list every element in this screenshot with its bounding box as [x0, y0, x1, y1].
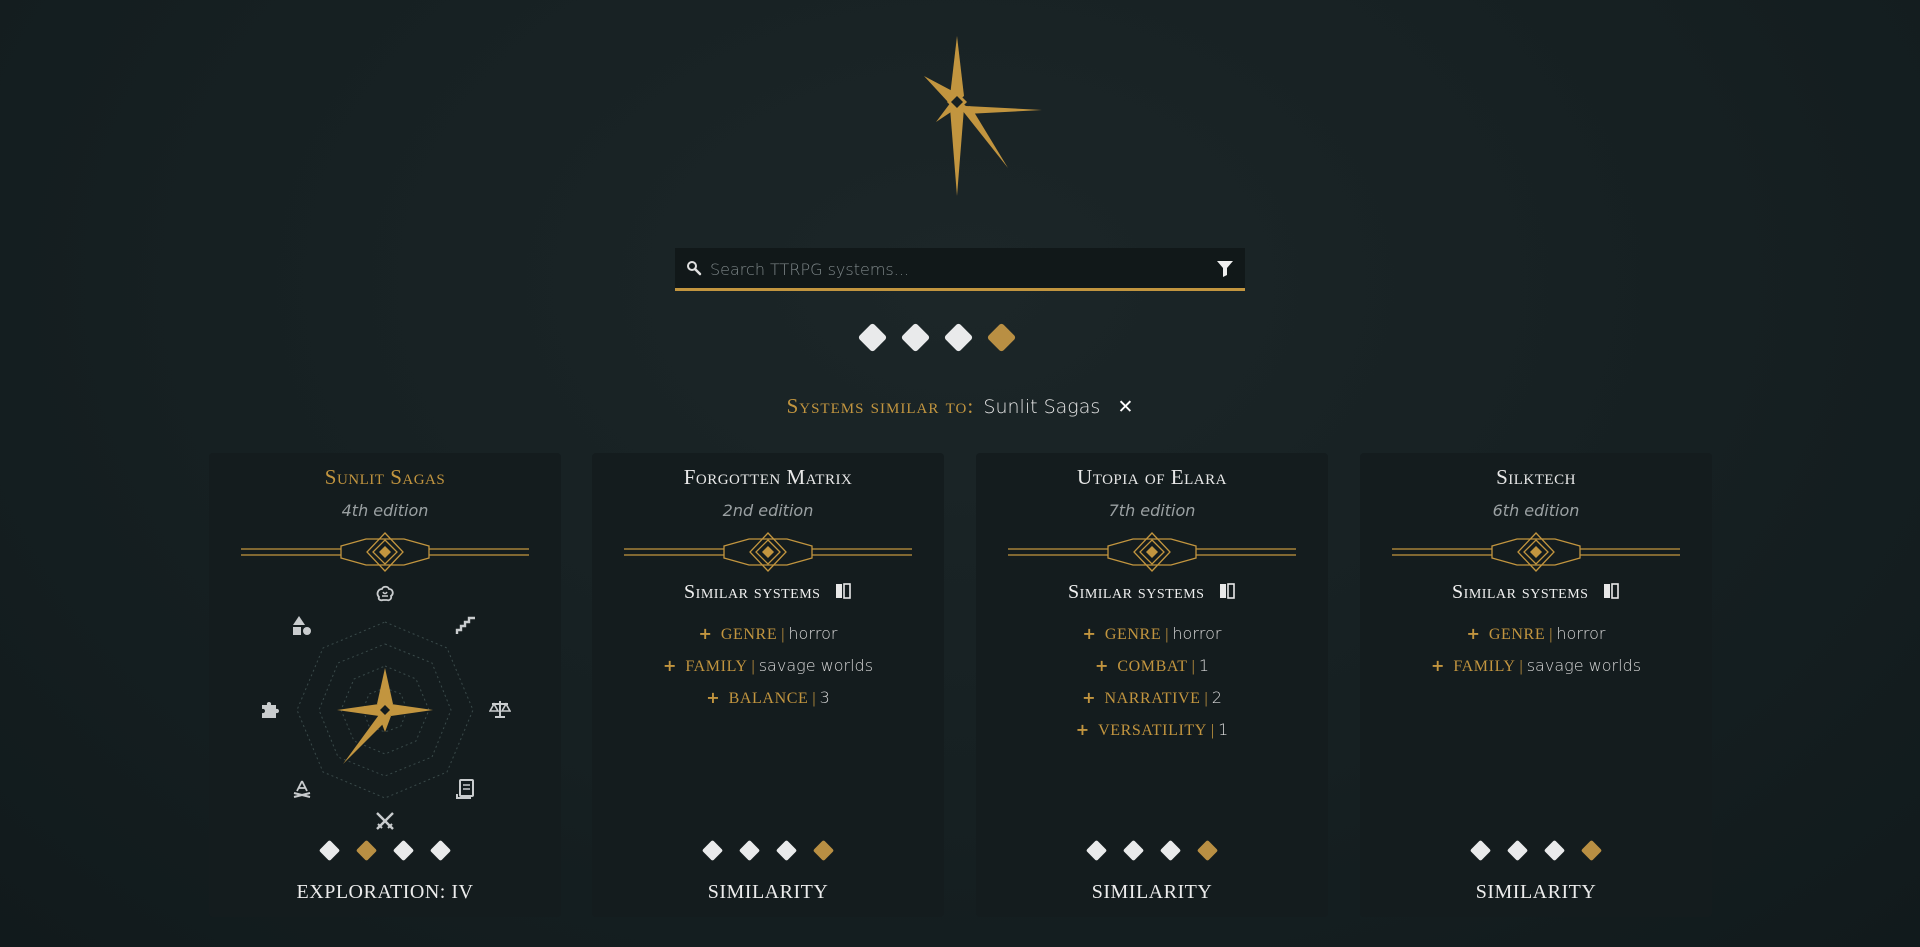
- similarity-criteria-list: + GENRE | horror + COMBAT | 1 + NARRATIVE | 2 + VE…: [976, 618, 1328, 746]
- similar-systems-heading: Similar systems: [976, 581, 1328, 604]
- system-card-silktech[interactable]: Silktech 6th edition Similar systems + GE…: [1360, 453, 1712, 917]
- card-footer: EXPLORATION: IV: [296, 881, 474, 903]
- card-mode-diamond-2[interactable]: [738, 839, 761, 862]
- card-mode-selector: [1360, 839, 1712, 862]
- card-mode-diamond-4[interactable]: [429, 839, 452, 862]
- similar-systems-label: Similar systems: [1452, 581, 1589, 603]
- card-title: Silktech: [1496, 465, 1576, 489]
- card-title: Utopia of Elara: [1077, 465, 1227, 489]
- card-mode-diamond-4[interactable]: [1196, 839, 1219, 862]
- similarity-criteria-list: + GENRE | horror + FAMILY | savage worlds: [1360, 618, 1712, 682]
- system-card-sunlit-sagas[interactable]: Sunlit Sagas 4th edition EXPLORATION: IV: [209, 453, 561, 917]
- crossed-swords-icon[interactable]: [374, 810, 396, 832]
- shapes-icon[interactable]: [291, 614, 313, 636]
- card-title: Sunlit Sagas: [324, 465, 446, 489]
- similar-systems-heading: Similar systems: [1360, 581, 1712, 604]
- art-deco-divider: [1008, 532, 1296, 572]
- card-footer: SIMILARITY: [1091, 881, 1213, 903]
- book-compare-icon[interactable]: [1602, 582, 1620, 600]
- book-compare-icon[interactable]: [1218, 582, 1236, 600]
- book-compare-icon[interactable]: [834, 582, 852, 600]
- card-title: Forgotten Matrix: [683, 465, 853, 489]
- card-mode-diamond-3[interactable]: [1543, 839, 1566, 862]
- criteria-item: + BALANCE | 3: [706, 688, 830, 707]
- card-mode-diamond-4[interactable]: [812, 839, 835, 862]
- art-deco-divider: [241, 532, 529, 572]
- mode-diamond-1[interactable]: [857, 322, 888, 353]
- card-mode-selector: [976, 839, 1328, 862]
- criteria-item: + NARRATIVE | 2: [1082, 688, 1222, 707]
- art-deco-divider: [624, 532, 912, 572]
- system-card-forgotten-matrix[interactable]: Forgotten Matrix 2nd edition Similar sys…: [592, 453, 944, 917]
- search-icon: [687, 261, 702, 276]
- card-mode-selector: [209, 839, 561, 862]
- filter-icon[interactable]: [1215, 258, 1235, 278]
- similar-to-label: Systems similar to:: [786, 394, 975, 418]
- card-mode-diamond-3[interactable]: [1159, 839, 1182, 862]
- card-edition: 6th edition: [1492, 501, 1580, 520]
- criteria-item: + GENRE | horror: [1466, 624, 1606, 643]
- clear-similar-icon[interactable]: ✕: [1118, 396, 1134, 418]
- similar-systems-label: Similar systems: [684, 581, 821, 603]
- card-mode-selector: [592, 839, 944, 862]
- card-footer: SIMILARITY: [707, 881, 829, 903]
- criteria-item: + GENRE | horror: [1082, 624, 1222, 643]
- card-mode-diamond-3[interactable]: [392, 839, 415, 862]
- card-mode-diamond-4[interactable]: [1580, 839, 1603, 862]
- playstyle-radar: [255, 580, 515, 840]
- card-mode-diamond-2[interactable]: [355, 839, 378, 862]
- criteria-item: + GENRE | horror: [698, 624, 838, 643]
- criteria-item: + FAMILY | savage worlds: [662, 656, 874, 675]
- card-mode-diamond-2[interactable]: [1506, 839, 1529, 862]
- card-edition: 7th edition: [1108, 501, 1196, 520]
- brain-icon[interactable]: [374, 584, 396, 606]
- mode-selector: [857, 322, 1017, 353]
- mode-diamond-3[interactable]: [943, 322, 974, 353]
- mode-diamond-2[interactable]: [900, 322, 931, 353]
- card-mode-diamond-1[interactable]: [701, 839, 724, 862]
- similar-to-name: Sunlit Sagas: [983, 396, 1101, 418]
- similar-systems-label: Similar systems: [1068, 581, 1205, 603]
- card-mode-diamond-2[interactable]: [1122, 839, 1145, 862]
- card-footer: SIMILARITY: [1475, 881, 1597, 903]
- card-mode-diamond-1[interactable]: [1085, 839, 1108, 862]
- compass-star-logo: [924, 36, 1042, 196]
- scales-icon[interactable]: [488, 698, 512, 720]
- campfire-icon[interactable]: [291, 778, 313, 800]
- card-mode-diamond-3[interactable]: [775, 839, 798, 862]
- mode-diamond-4[interactable]: [986, 322, 1017, 353]
- similarity-criteria-list: + GENRE | horror + FAMILY | savage worlds + BAL…: [592, 618, 944, 714]
- card-mode-diamond-1[interactable]: [1469, 839, 1492, 862]
- puzzle-icon[interactable]: [259, 698, 281, 720]
- criteria-item: + VERSATILITY | 1: [1075, 720, 1229, 739]
- scroll-icon[interactable]: [455, 778, 477, 800]
- card-edition: 4th edition: [341, 501, 429, 520]
- similar-systems-heading: Similar systems: [592, 581, 944, 604]
- similar-to-bar: Systems similar to: Sunlit Sagas ✕: [0, 394, 1920, 419]
- search-input[interactable]: [708, 248, 1182, 290]
- card-edition: 2nd edition: [722, 501, 814, 520]
- system-card-utopia-of-elara[interactable]: Utopia of Elara 7th edition Similar syst…: [976, 453, 1328, 917]
- criteria-item: + FAMILY | savage worlds: [1430, 656, 1642, 675]
- card-mode-diamond-1[interactable]: [318, 839, 341, 862]
- stairs-icon[interactable]: [455, 614, 477, 636]
- criteria-item: + COMBAT | 1: [1094, 656, 1210, 675]
- art-deco-divider: [1392, 532, 1680, 572]
- search-bar: [675, 248, 1245, 291]
